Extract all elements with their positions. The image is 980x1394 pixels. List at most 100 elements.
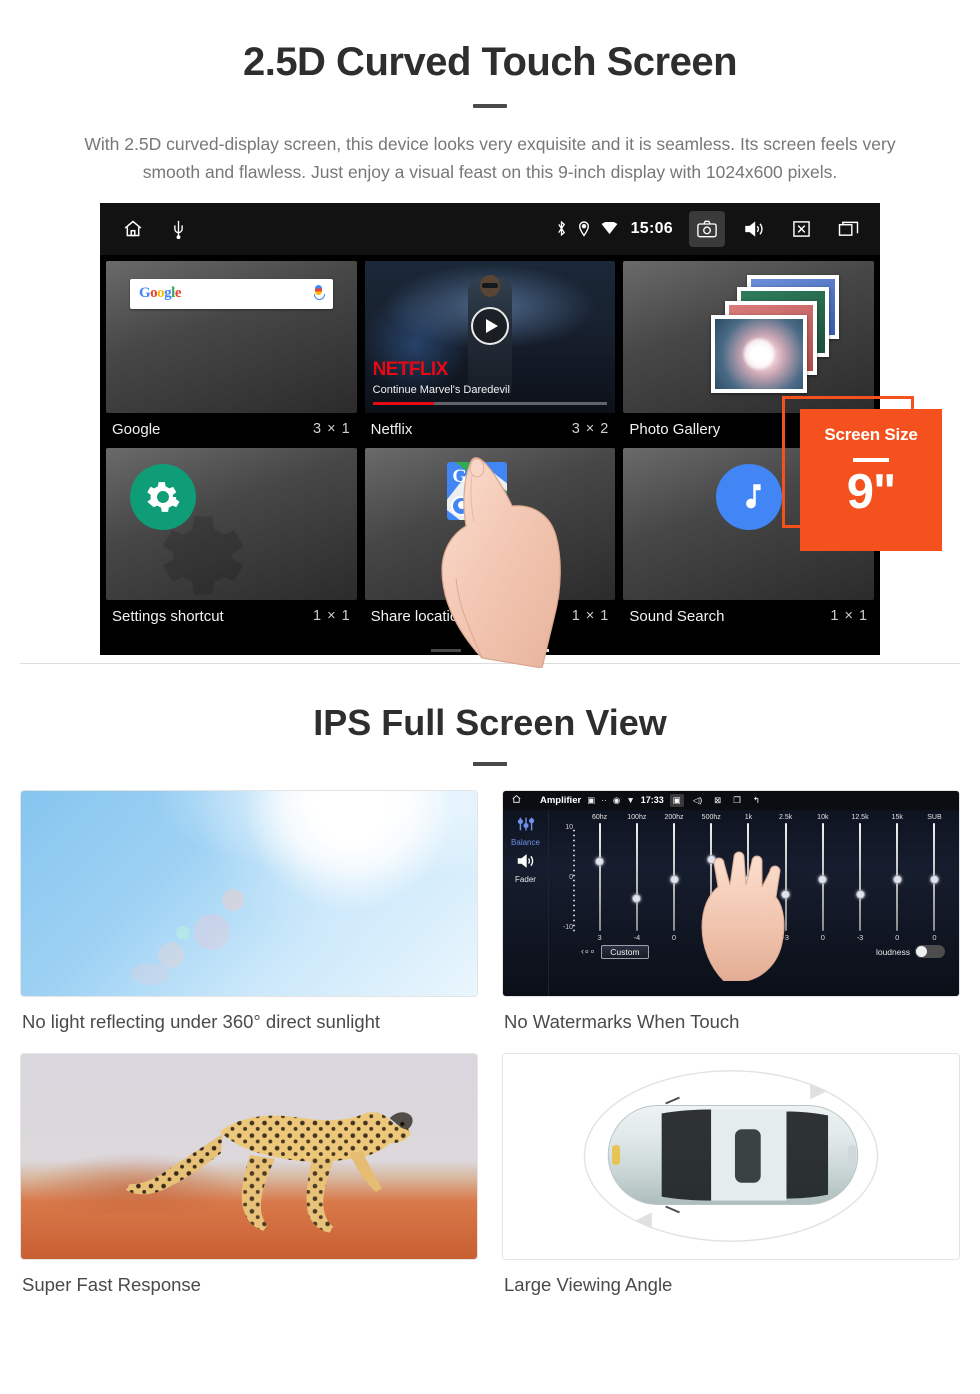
sunroof [734, 1128, 761, 1183]
page-dot-active[interactable] [519, 648, 549, 652]
headlight [612, 1144, 621, 1165]
widget-size: 3 × 2 [571, 421, 610, 438]
gallery-icon[interactable]: ▣ [587, 795, 595, 806]
fader-label[interactable]: Fader [503, 875, 548, 884]
feature-card: Super Fast Response [20, 1052, 478, 1308]
recents-icon[interactable] [830, 211, 866, 247]
band-label: SUB [927, 813, 942, 821]
eq-value: 0 [820, 932, 825, 942]
widget-netflix[interactable]: NETFLIX Continue Marvel's Daredevil Netf… [364, 260, 616, 448]
eq-slider[interactable] [916, 822, 953, 931]
eq-slider[interactable] [655, 822, 692, 931]
google-search-widget[interactable]: Google [106, 260, 357, 413]
scale-bottom: -10 [562, 923, 573, 931]
running-cheetah-photo [20, 1052, 478, 1260]
netflix-widget[interactable]: NETFLIX Continue Marvel's Daredevil [364, 260, 616, 413]
car-rotation-diagram [583, 1069, 879, 1242]
progress-bar [372, 401, 608, 405]
preset-button[interactable]: Custom [601, 944, 649, 959]
home-icon[interactable] [511, 791, 522, 809]
page-title: 2.5D Curved Touch Screen [242, 40, 738, 84]
balance-label[interactable]: Balance [503, 838, 548, 847]
loudness-toggle[interactable] [915, 945, 945, 959]
widget-label: Google [112, 420, 161, 438]
settings-widget[interactable] [106, 447, 357, 600]
volume-icon[interactable] [736, 211, 772, 247]
photo-gallery-widget[interactable] [623, 260, 875, 413]
band-label: 500hz [701, 813, 721, 821]
widget-label: Share location [370, 607, 467, 625]
card-caption: Super Fast Response [22, 1273, 201, 1295]
eq-slider[interactable] [618, 822, 655, 931]
share-location-widget[interactable]: G [364, 447, 616, 600]
widget-row-1: Google Google 3 × 1 NETFLIX Continue Mar… [100, 260, 880, 448]
widget-settings-shortcut[interactable]: Settings shortcut 1 × 1 [106, 447, 357, 635]
eq-slider[interactable] [804, 822, 841, 931]
location-icon[interactable] [578, 220, 590, 237]
feature-card: No light reflecting under 360° direct su… [20, 789, 478, 1045]
widget-row-2: Settings shortcut 1 × 1 G Share location… [100, 447, 880, 635]
head-unit-screenshot: 15:06 Google Google 3 × 1 NETFLIX Contin… [0, 202, 980, 669]
bluetooth-icon[interactable] [556, 220, 567, 237]
home-icon[interactable] [122, 218, 144, 239]
eq-value: 0 [932, 932, 937, 942]
widget-label: Sound Search [629, 607, 725, 625]
wifi-icon[interactable]: ▼ [626, 795, 634, 805]
eq-slider[interactable] [841, 822, 878, 931]
google-search-bar[interactable]: Google [130, 278, 333, 309]
widget-share-location[interactable]: G Share location 1 × 1 [364, 447, 616, 635]
google-logo: Google [139, 285, 182, 302]
amp-status-bar: Amplifier ▣ ·· ◉ ▼ 17:33 ▣ ◁) ⊠ ❐ ↰ [503, 790, 959, 810]
band-label: 10k [817, 813, 829, 821]
camera-icon[interactable]: ▣ [669, 793, 684, 807]
recents-icon[interactable]: ❐ [730, 794, 744, 807]
music-note-icon[interactable] [715, 463, 782, 530]
prev-preset-icon[interactable]: ‹∘∘ [581, 946, 595, 957]
android-home-screen: 15:06 Google Google 3 × 1 NETFLIX Contin… [100, 202, 880, 655]
curved-screen-section: 2.5D Curved Touch Screen With 2.5D curve… [0, 0, 980, 669]
eq-value: 3 [597, 932, 602, 942]
widget-size: 1 × 1 [830, 608, 869, 625]
status-bar: 15:06 [100, 202, 880, 255]
widget-label: Photo Gallery [629, 420, 721, 438]
eq-slider[interactable] [581, 822, 618, 931]
card-caption: No Watermarks When Touch [504, 1010, 740, 1032]
feature-card-grid: No light reflecting under 360° direct su… [20, 789, 960, 1308]
location-icon[interactable]: ◉ [613, 795, 620, 806]
balance-sliders-icon[interactable] [503, 816, 548, 837]
play-icon[interactable] [471, 306, 509, 345]
widget-label: Netflix [370, 420, 413, 438]
widget-grid: Google Google 3 × 1 NETFLIX Continue Mar… [100, 255, 880, 655]
fader-speaker-icon[interactable] [503, 853, 548, 874]
page-dot[interactable] [475, 648, 505, 652]
eq-slider[interactable] [879, 822, 916, 931]
google-maps-icon[interactable]: G [447, 461, 508, 520]
card-caption: No light reflecting under 360° direct su… [22, 1010, 381, 1032]
section-title-underline [473, 761, 507, 766]
widget-google[interactable]: Google Google 3 × 1 [106, 260, 357, 448]
band-label: 15k [891, 813, 903, 821]
title-underline [473, 104, 507, 108]
section-title: IPS Full Screen View [313, 701, 667, 743]
camera-icon[interactable] [689, 210, 725, 247]
badge-divider [853, 457, 889, 462]
page-dot[interactable] [431, 648, 461, 652]
amp-side-controls: Balance Fader [503, 809, 549, 996]
band-label: 60hz [592, 813, 608, 821]
dots-icon: ·· [601, 795, 607, 806]
page-indicator[interactable] [100, 635, 880, 655]
wifi-icon[interactable] [601, 222, 618, 235]
back-icon[interactable]: ↰ [750, 794, 763, 807]
close-icon[interactable] [783, 211, 819, 247]
settings-gear-icon[interactable] [130, 463, 196, 530]
volume-icon[interactable]: ◁) [690, 794, 705, 807]
taillight [847, 1144, 856, 1165]
badge-title: Screen Size [824, 424, 918, 444]
card-caption: Large Viewing Angle [504, 1273, 673, 1295]
rotation-arrow [810, 1083, 827, 1100]
usb-icon[interactable] [172, 219, 185, 239]
rear-window [786, 1111, 829, 1199]
microphone-icon[interactable] [313, 285, 325, 302]
close-icon[interactable]: ⊠ [711, 794, 724, 807]
netflix-logo: NETFLIX [372, 358, 449, 380]
